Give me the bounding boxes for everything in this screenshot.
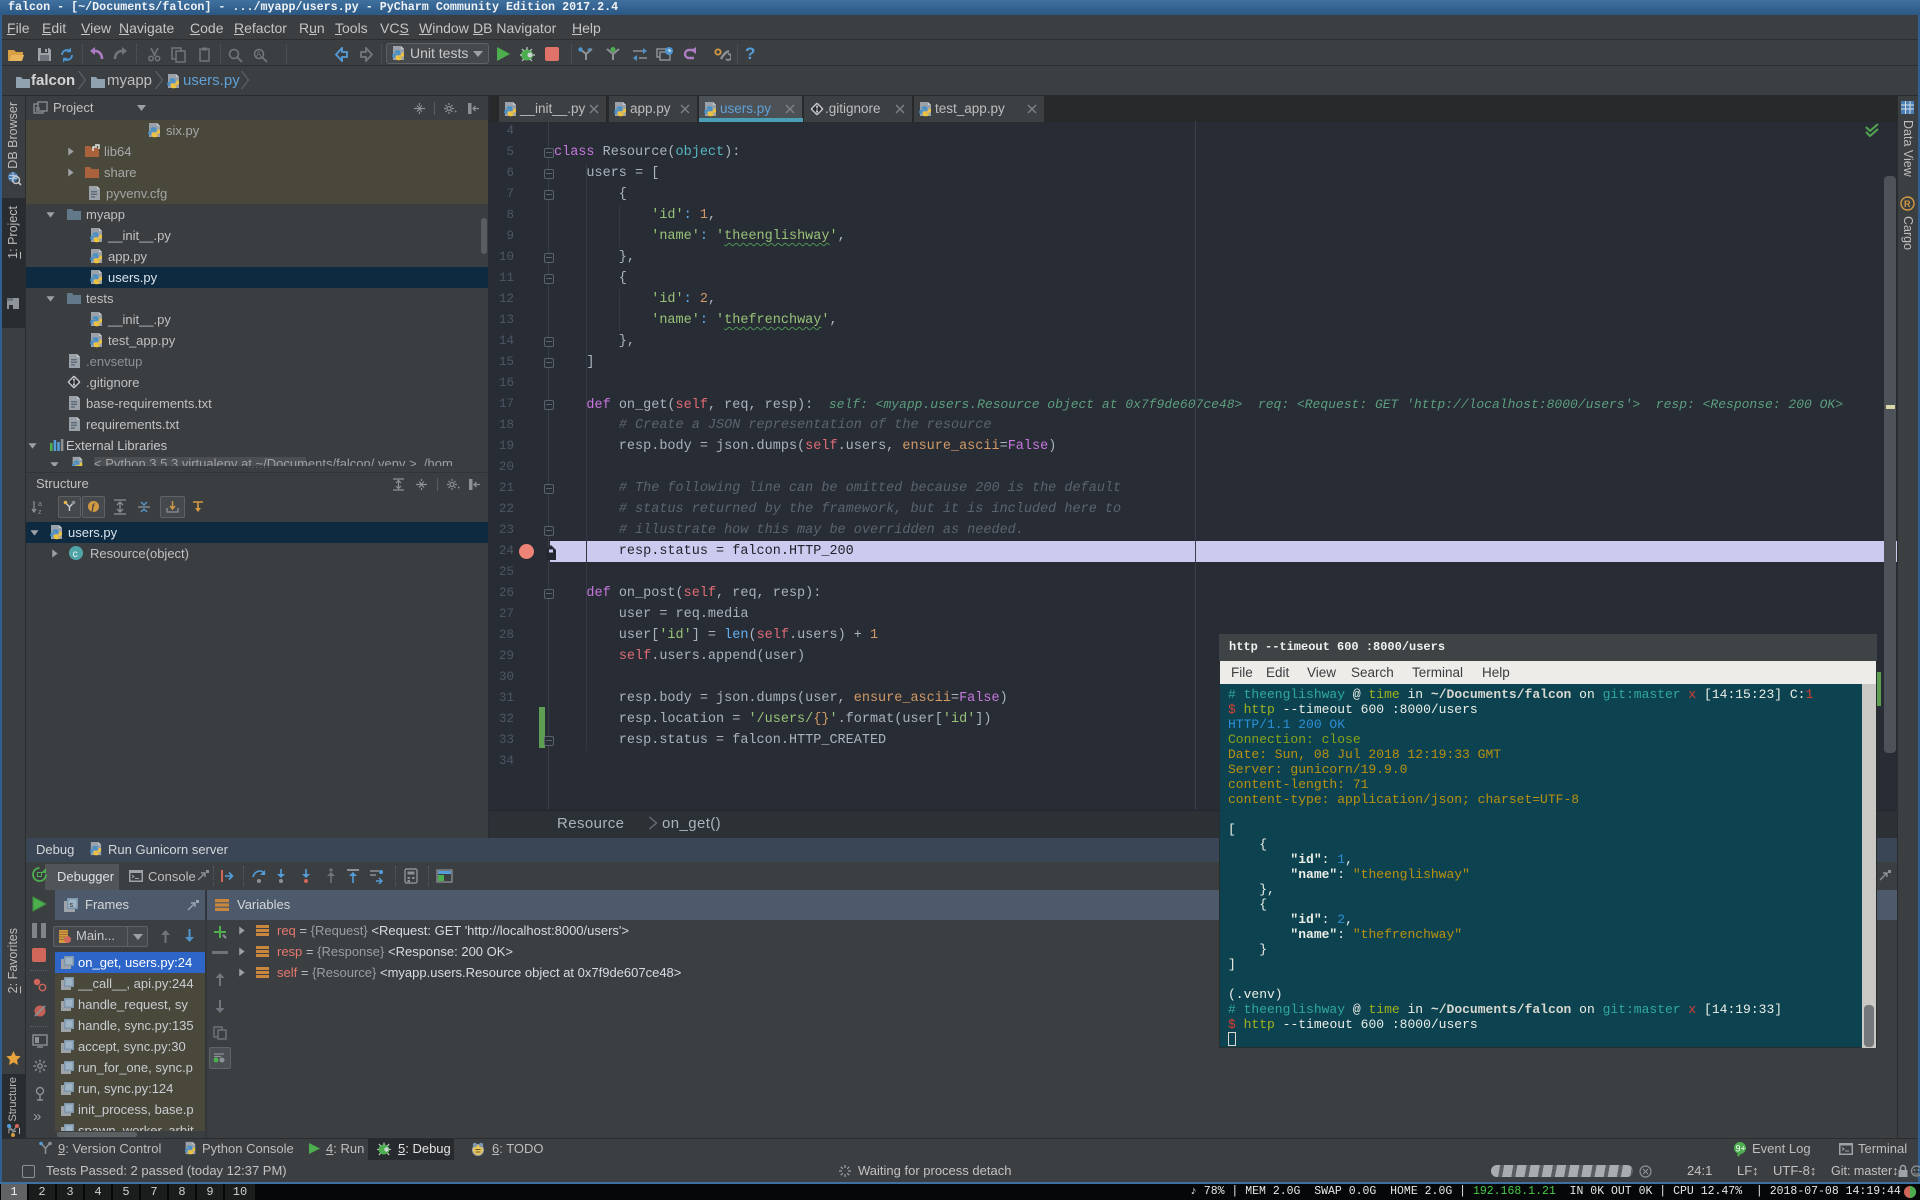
svg-text:c: c — [73, 548, 78, 560]
svg-text:9+: 9+ — [1736, 1144, 1746, 1154]
svg-text:R: R — [1904, 199, 1911, 209]
svg-text:z: z — [38, 509, 42, 516]
svg-text:A: A — [256, 50, 262, 59]
svg-text:P: P — [35, 105, 40, 114]
svg-text:a: a — [38, 501, 42, 508]
svg-text:s: s — [70, 902, 74, 909]
